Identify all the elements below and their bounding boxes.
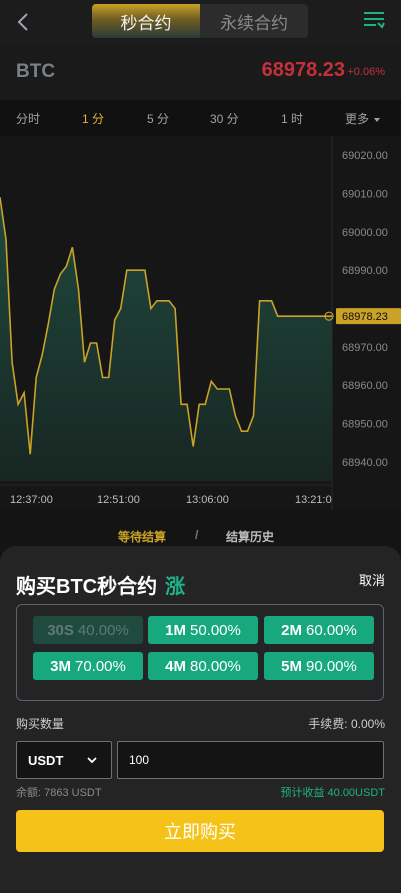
currency-select[interactable]: USDT (16, 741, 112, 779)
interval-tab-timeline[interactable]: 分时 (16, 110, 40, 127)
interval-tab-1m[interactable]: 1 分 (82, 110, 104, 127)
chevron-down-icon (87, 757, 97, 764)
price-chart[interactable]: 69020.00 69010.00 69000.00 68990.00 68970.00… (0, 136, 401, 510)
balance-label: 余额: 7863 USDT (16, 787, 102, 799)
duration-options: 30S 40.00% 1M 50.00% 2M 60.00% 3M 70.00% 4M 8… (16, 604, 384, 701)
duration-option-2m[interactable]: 2M 60.00% (264, 616, 374, 644)
back-arrow-icon[interactable] (12, 10, 36, 34)
tab-separator: / (195, 528, 199, 542)
caret-down-icon (374, 117, 381, 122)
order-title: 购买BTC秒合约涨 (16, 570, 185, 599)
tab-second-contract[interactable]: 秒合约 (92, 4, 200, 38)
y-tick-label: 68970.00 (342, 342, 388, 354)
duration-time: 5M (281, 657, 302, 675)
y-tick-label: 68950.00 (342, 419, 388, 431)
contract-type-switch: 秒合约 永续合约 (92, 4, 308, 38)
interval-tab-more[interactable]: 更多 (345, 110, 381, 127)
direction-label: 涨 (165, 576, 186, 598)
y-tick-label: 68940.00 (342, 457, 388, 469)
order-title-text: 购买BTC秒合约 (16, 576, 158, 598)
more-label: 更多 (345, 112, 370, 126)
symbol: BTC (16, 61, 56, 82)
price-area (0, 197, 332, 482)
x-tick-label: 13:21:0 (295, 494, 332, 506)
x-tick-label: 13:06:00 (186, 494, 229, 506)
currency-value: USDT (28, 752, 64, 768)
interval-tab-1h[interactable]: 1 时 (281, 110, 303, 127)
y-tick-label: 68960.00 (342, 380, 388, 392)
interval-tabs: 分时 1 分 5 分 30 分 1 时 更多 (0, 100, 401, 136)
result-tabs: 等待结算 / 结算历史 (0, 522, 401, 548)
tab-pending-settlement[interactable]: 等待结算 (118, 528, 166, 545)
duration-option-30s[interactable]: 30S 40.00% (33, 616, 143, 644)
duration-rate: 60.00% (305, 621, 357, 639)
duration-time: 4M (165, 657, 186, 675)
interval-tab-5m[interactable]: 5 分 (147, 110, 169, 127)
y-tick-label: 69010.00 (342, 189, 388, 201)
tab-perpetual-contract[interactable]: 永续合约 (200, 4, 308, 38)
x-tick-label: 12:51:00 (97, 494, 140, 506)
duration-rate: 90.00% (305, 657, 357, 675)
amount-input[interactable] (117, 741, 384, 779)
quantity-label: 购买数量 (16, 717, 65, 731)
filter-menu-icon[interactable] (363, 9, 385, 33)
interval-tab-30m[interactable]: 30 分 (210, 110, 239, 127)
fee-label: 手续费: 0.00% (308, 717, 385, 731)
y-tick-label: 69000.00 (342, 227, 388, 239)
price-change: +0.06% (347, 66, 385, 78)
price-chart-svg: 69020.00 69010.00 69000.00 68990.00 68970.00… (0, 136, 401, 510)
duration-rate: 40.00% (77, 621, 129, 639)
duration-option-3m[interactable]: 3M 70.00% (33, 652, 143, 680)
duration-time: 3M (50, 657, 71, 675)
y-tick-label: 68990.00 (342, 265, 388, 277)
duration-rate: 80.00% (189, 657, 241, 675)
y-tick-label: 69020.00 (342, 150, 388, 162)
current-price-label: 68978.23 (342, 311, 388, 323)
duration-option-4m[interactable]: 4M 80.00% (148, 652, 258, 680)
duration-rate: 70.00% (74, 657, 126, 675)
buy-now-button[interactable]: 立即购买 (16, 810, 384, 852)
duration-option-1m[interactable]: 1M 50.00% (148, 616, 258, 644)
x-tick-label: 12:37:00 (10, 494, 53, 506)
estimated-profit: 预计收益 40.00USDT (280, 787, 385, 799)
tab-settlement-history[interactable]: 结算历史 (226, 528, 274, 545)
order-sheet: 购买BTC秒合约涨 取消 30S 40.00% 1M 50.00% 2M 60.00%… (0, 546, 401, 893)
duration-rate: 50.00% (189, 621, 241, 639)
price-bar: BTC 68978.23 +0.06% (0, 44, 401, 100)
last-price: 68978.23 (261, 59, 345, 81)
duration-time: 2M (281, 621, 302, 639)
duration-time: 30S (47, 621, 74, 639)
duration-time: 1M (165, 621, 186, 639)
cancel-button[interactable]: 取消 (359, 570, 385, 589)
duration-option-5m[interactable]: 5M 90.00% (264, 652, 374, 680)
top-bar: 秒合约 永续合约 (0, 0, 401, 44)
